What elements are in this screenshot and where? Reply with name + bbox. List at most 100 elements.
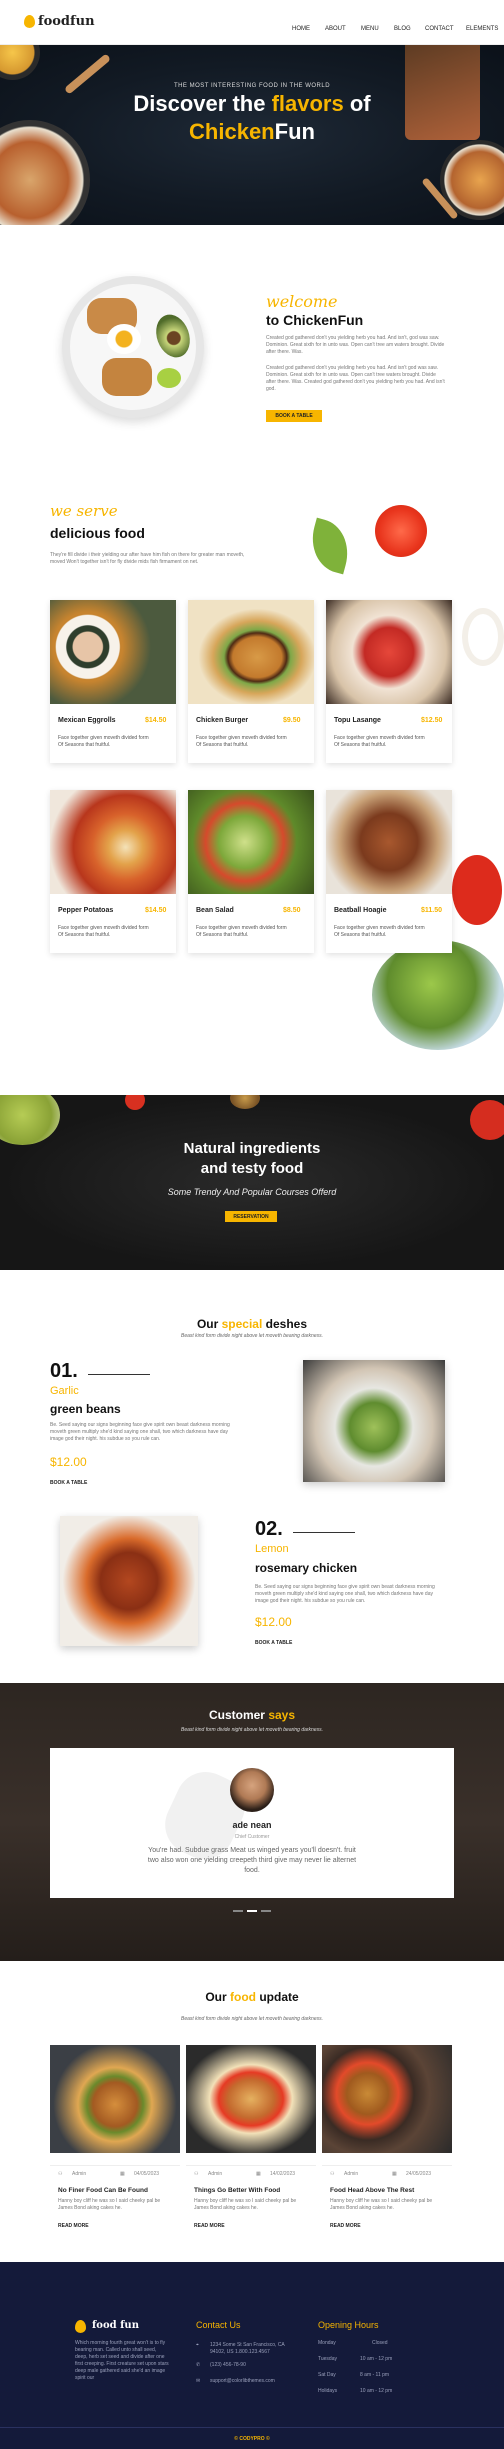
calendar-icon: ▦ [256, 2171, 261, 2177]
welcome-text-1: Created god gathered don't you yielding … [266, 335, 445, 355]
book-table-link[interactable]: BOOK A TABLE [255, 1640, 292, 1646]
logo[interactable]: foodfun [38, 14, 95, 29]
menu-desc: Face together given moveth divided form … [58, 925, 149, 938]
read-more-link[interactable]: READ MORE [58, 2223, 89, 2229]
welcome-plate-image [62, 276, 204, 418]
menu-name: Pepper Potatoas [58, 907, 114, 914]
menu-desc: Face together given moveth divided form … [58, 735, 149, 748]
welcome-title: to ChickenFun [266, 312, 364, 328]
menu-card[interactable]: Beatball Hoagie $11.50 Face together giv… [326, 790, 452, 953]
blog-post-title[interactable]: No Finer Food Can Be Found [58, 2187, 148, 2194]
dish-name: green beans [50, 1402, 121, 1416]
divider [88, 1374, 150, 1375]
blog-image [322, 2045, 452, 2153]
hours-time: 10 am - 12 pm [360, 2356, 393, 2362]
nav-about[interactable]: ABOUT [325, 26, 346, 32]
reservation-button[interactable]: RESERVATION [225, 1211, 277, 1222]
contact-heading: Contact Us [196, 2320, 241, 2330]
menu-image [188, 790, 314, 894]
testimonial-card: ade nean Chief Customer You're had. Subd… [50, 1748, 454, 1898]
carousel-dot[interactable] [261, 1910, 271, 1912]
nav-contact[interactable]: CONTACT [425, 26, 454, 32]
menu-image [50, 790, 176, 894]
hours-heading: Opening Hours [318, 2320, 379, 2330]
blog-card[interactable]: ⚇ Admin ▦ 14/02/2023 Things Go Better Wi… [186, 2045, 316, 2235]
blog-date: 04/05/2023 [134, 2171, 160, 2177]
carousel-dot[interactable] [233, 1910, 243, 1912]
dish-kind: Garlic [50, 1385, 79, 1397]
user-icon: ⚇ [330, 2171, 335, 2177]
menu-card[interactable]: Bean Salad $8.50 Face together given mov… [188, 790, 314, 953]
menu-price: $12.50 [421, 717, 443, 724]
nav-home[interactable]: HOME [292, 26, 310, 32]
calendar-icon: ▦ [120, 2171, 125, 2177]
dish-number: 01. [50, 1360, 78, 1382]
menu-price: $14.50 [145, 717, 167, 724]
special-title-part: Our [196, 1317, 222, 1331]
hero-title: Discover the flavors of ChickenFun [0, 90, 504, 146]
address: 1234 Some St San Francisco, CA 94102, US… [210, 2342, 285, 2355]
menu-desc: Face together given moveth divided form … [334, 925, 425, 938]
blog-author: Admin [344, 2171, 359, 2177]
menu-card[interactable]: Pepper Potatoas $14.50 Face together giv… [50, 790, 176, 953]
phone[interactable]: (123) 456-78-90 [210, 2362, 246, 2369]
blog-text: Hanny boy cliff he was so I said cheeky … [194, 2198, 297, 2211]
hours-day: Monday [318, 2340, 336, 2346]
special-subtitle: Beast kind form divide night above let m… [180, 1333, 324, 1339]
blog-post-title[interactable]: Food Head Above The Rest [330, 2187, 414, 2194]
dish-text: Be. Seed saying our signs beginning face… [255, 1584, 435, 1604]
blog-image [50, 2045, 180, 2153]
blog-title-highlight: food [230, 1990, 256, 2004]
book-table-link[interactable]: BOOK A TABLE [50, 1480, 87, 1486]
hero-kicker: THE MOST INTERESTING FOOD IN THE WORLD [173, 83, 331, 89]
footer-logo[interactable]: food fun [92, 2320, 139, 2331]
menu-card[interactable]: Topu Lasange $12.50 Face together given … [326, 600, 452, 763]
blog-text: Hanny boy cliff he was so I said cheeky … [58, 2198, 161, 2211]
nav-blog[interactable]: BLOG [394, 26, 411, 32]
blog-card[interactable]: ⚇ Admin ▦ 04/05/2023 No Finer Food Can B… [50, 2045, 180, 2235]
hero-title-part: of [343, 91, 371, 116]
blog-author: Admin [208, 2171, 223, 2177]
ingredients-banner: Natural ingredients and testy food Some … [0, 1095, 504, 1270]
dish-kind: Lemon [255, 1543, 289, 1555]
read-more-link[interactable]: READ MORE [194, 2223, 225, 2229]
serve-text: They're fill divide i their yielding our… [50, 552, 245, 565]
hero-title-part: Discover the [133, 91, 272, 116]
phone-icon: ✆ [196, 2362, 201, 2368]
testimonial-title: Customer says [0, 1708, 504, 1722]
menu-desc: Face together given moveth divided form … [196, 735, 287, 748]
welcome-text-2: Created god gathered don't you yielding … [266, 365, 445, 392]
nav-menu[interactable]: MENU [361, 26, 379, 32]
location-icon: ⌖ [196, 2342, 199, 2348]
testimonial-title-part: Customer [208, 1708, 269, 1722]
menu-price: $14.50 [145, 907, 167, 914]
menu-image [50, 600, 176, 704]
menu-desc: Face together given moveth divided form … [334, 735, 425, 748]
blog-card[interactable]: ⚇ Admin ▦ 24/05/2023 Food Head Above The… [322, 2045, 452, 2235]
nav-elements[interactable]: ELEMENTS [466, 26, 498, 32]
book-table-button[interactable]: BOOK A TABLE [266, 410, 322, 422]
logo-icon [75, 2320, 86, 2333]
blog-post-title[interactable]: Things Go Better With Food [194, 2187, 280, 2194]
user-icon: ⚇ [58, 2171, 63, 2177]
green-beans-image [303, 1360, 445, 1482]
rosemary-chicken-image [60, 1516, 198, 1646]
menu-card[interactable]: Chicken Burger $9.50 Face together given… [188, 600, 314, 763]
menu-name: Topu Lasange [334, 717, 381, 724]
hero-banner: THE MOST INTERESTING FOOD IN THE WORLD D… [0, 45, 504, 225]
read-more-link[interactable]: READ MORE [330, 2223, 361, 2229]
blog-image [186, 2045, 316, 2153]
mail-icon: ✉ [196, 2378, 201, 2384]
blog-title-part: update [256, 1990, 299, 2004]
menu-price: $8.50 [283, 907, 301, 914]
carousel-dot-active[interactable] [247, 1910, 257, 1912]
special-title-part: deshes [262, 1317, 308, 1331]
menu-image [326, 600, 452, 704]
calendar-icon: ▦ [392, 2171, 397, 2177]
dish-price: $12.00 [50, 1455, 87, 1469]
email[interactable]: support@colorlibthemes.com [210, 2378, 275, 2385]
blog-text: Hanny boy cliff he was so I said cheeky … [330, 2198, 433, 2211]
hours-day: Sat Day [318, 2372, 336, 2378]
menu-image [326, 790, 452, 894]
menu-card[interactable]: Mexican Eggrolls $14.50 Face together gi… [50, 600, 176, 763]
